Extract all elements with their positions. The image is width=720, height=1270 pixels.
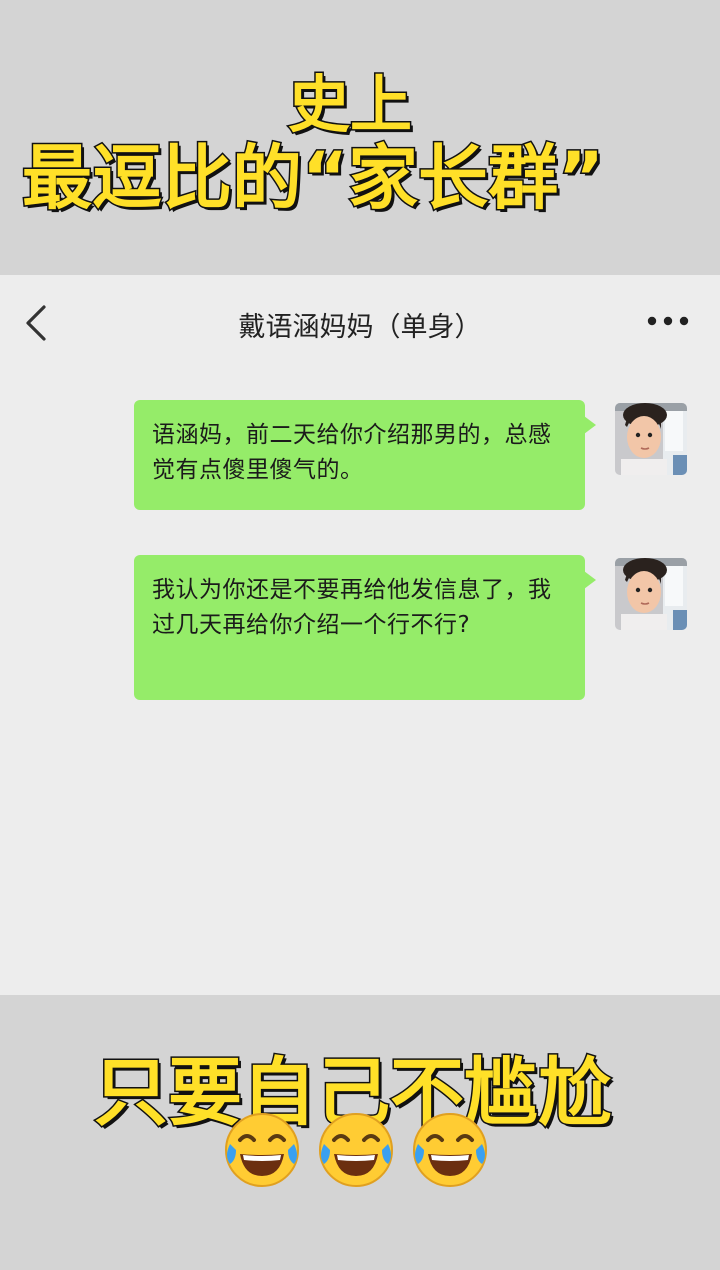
chat-nav-bar: 戴语涵妈妈（单身）	[0, 275, 720, 375]
avatar[interactable]	[615, 403, 687, 475]
chat-title: 戴语涵妈妈（单身）	[238, 312, 482, 343]
tears-of-joy-icon	[225, 1113, 299, 1187]
message-row: 我认为你还是不要再给他发信息了，我过几天再给你介绍一个行不行?	[0, 555, 720, 703]
headline-banner: 史上 最逗比的“家长群”	[0, 0, 720, 275]
message-row: 语涵妈，前二天给你介绍那男的，总感觉有点傻里傻气的。	[0, 400, 720, 512]
more-options-button[interactable]	[644, 311, 692, 331]
back-button[interactable]	[14, 295, 58, 347]
message-text: 我认为你还是不要再给他发信息了，我过几天再给你介绍一个行不行?	[152, 577, 552, 638]
child-photo-avatar	[615, 403, 687, 475]
tears-of-joy-icon	[319, 1113, 393, 1187]
tears-of-joy-icon	[413, 1113, 487, 1187]
message-bubble[interactable]: 我认为你还是不要再给他发信息了，我过几天再给你介绍一个行不行?	[134, 555, 596, 700]
chevron-left-icon	[26, 305, 46, 341]
more-dots-icon	[647, 316, 689, 326]
chat-window: 戴语涵妈妈（单身） 语涵妈，前二天给你介绍那男的，总感觉有点傻里傻气的。 我认为…	[0, 275, 720, 995]
message-bubble[interactable]: 语涵妈，前二天给你介绍那男的，总感觉有点傻里傻气的。	[134, 400, 596, 510]
avatar[interactable]	[615, 558, 687, 630]
screen: 史上 最逗比的“家长群” 戴语涵妈妈（单身） 语涵妈，前二天给你介绍那男的，总感…	[0, 0, 720, 1270]
emoji-row	[222, 1110, 512, 1190]
child-photo-avatar	[615, 558, 687, 630]
headline-line-2: 最逗比的“家长群”	[20, 136, 605, 221]
message-text: 语涵妈，前二天给你介绍那男的，总感觉有点傻里傻气的。	[152, 422, 552, 483]
caption-banner: 只要自己不尴尬	[0, 995, 720, 1270]
